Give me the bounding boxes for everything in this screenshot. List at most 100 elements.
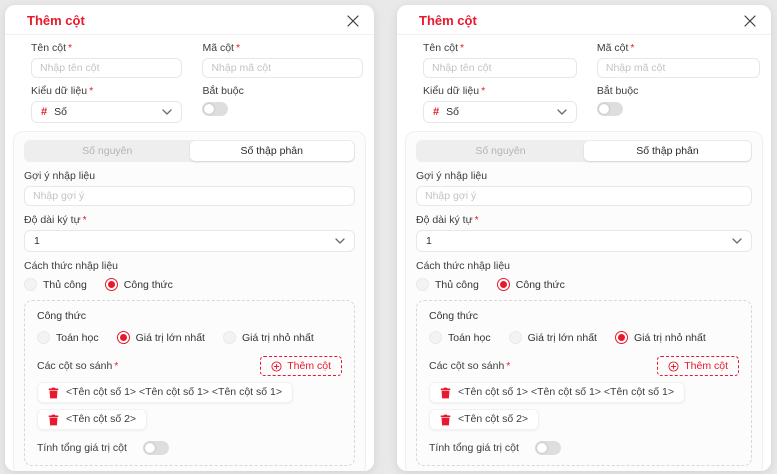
- radio-label: Giá trị lớn nhất: [136, 332, 205, 344]
- plus-circle-icon: [271, 361, 282, 372]
- sum-toggle-row: Tính tổng giá trị cột: [429, 441, 739, 455]
- chevron-down-icon: [732, 238, 742, 244]
- data-type-label: Kiểu dữ liệu: [31, 85, 87, 97]
- radio-icon: [429, 331, 442, 344]
- close-icon[interactable]: [347, 15, 359, 27]
- radio-math[interactable]: Toán học: [37, 331, 99, 344]
- radio-label: Giá trị lớn nhất: [528, 332, 597, 344]
- radio-min-value[interactable]: Giá trị nhỏ nhất: [223, 331, 314, 344]
- column-code-input[interactable]: [202, 58, 363, 78]
- input-method-label: Cách thức nhập liệu: [24, 260, 118, 272]
- column-code-input[interactable]: [597, 58, 760, 78]
- trash-icon[interactable]: [440, 414, 451, 426]
- radio-max-value[interactable]: Giá trị lớn nhất: [117, 331, 205, 344]
- length-label: Độ dài ký tự: [416, 214, 473, 226]
- radio-icon: [223, 331, 236, 344]
- hash-icon: #: [433, 107, 439, 118]
- radio-label: Toán học: [56, 332, 99, 344]
- radio-label: Giá trị nhỏ nhất: [634, 332, 706, 344]
- add-column-button-label: Thêm cột: [684, 360, 728, 372]
- sum-toggle[interactable]: [143, 441, 169, 455]
- data-type-field: Kiểu dữ liệu * # Số: [423, 85, 577, 123]
- radio-math[interactable]: Toán học: [429, 331, 491, 344]
- compare-columns-row: Các cột so sánh * Thêm cột: [37, 356, 342, 376]
- data-type-value: Số: [446, 106, 459, 118]
- data-type-select[interactable]: # Số: [423, 101, 577, 123]
- radio-icon: [37, 331, 50, 344]
- compare-columns-row: Các cột so sánh * Thêm cột: [429, 356, 739, 376]
- dialog-header: Thêm cột: [5, 5, 374, 35]
- radio-icon: [105, 278, 118, 291]
- data-type-select[interactable]: # Số: [31, 101, 182, 123]
- chip-label: <Tên cột số 2>: [458, 413, 528, 426]
- radio-manual[interactable]: Thủ công: [24, 278, 87, 291]
- compare-column-chip: <Tên cột số 1> <Tên cột số 1> <Tên cột s…: [429, 382, 685, 403]
- length-select[interactable]: 1: [24, 230, 355, 252]
- trash-icon[interactable]: [48, 414, 59, 426]
- column-name-input[interactable]: [31, 58, 182, 78]
- column-name-label: Tên cột: [423, 42, 458, 54]
- radio-label: Thủ công: [43, 279, 87, 291]
- number-type-tabs: Số nguyên Số thập phân: [24, 140, 355, 162]
- input-method-options: Thủ công Công thức: [416, 278, 752, 291]
- sum-toggle-row: Tính tổng giá trị cột: [37, 441, 342, 455]
- compare-columns-label: Các cột so sánh: [429, 360, 504, 372]
- dialog-title: Thêm cột: [419, 13, 477, 28]
- formula-options: Toán học Giá trị lớn nhất Giá trị nhỏ nh…: [37, 331, 342, 344]
- tab-decimal[interactable]: Số thập phân: [190, 141, 355, 161]
- chevron-down-icon: [335, 238, 345, 244]
- tab-decimal[interactable]: Số thập phân: [584, 141, 751, 161]
- length-field: Độ dài ký tự * 1: [416, 214, 752, 252]
- radio-label: Công thức: [516, 279, 565, 291]
- sum-toggle-label: Tính tổng giá trị cột: [429, 442, 519, 454]
- radio-icon: [615, 331, 628, 344]
- column-name-label: Tên cột: [31, 42, 66, 54]
- required-asterisk: *: [68, 42, 72, 54]
- close-icon[interactable]: [744, 15, 756, 27]
- radio-label: Công thức: [124, 279, 173, 291]
- required-asterisk: *: [83, 214, 87, 226]
- length-value: 1: [426, 235, 432, 247]
- column-name-input[interactable]: [423, 58, 577, 78]
- column-code-field: Mã cột *: [202, 42, 363, 78]
- required-asterisk: *: [114, 360, 118, 372]
- compare-column-chip: <Tên cột số 2>: [37, 409, 147, 430]
- hint-input[interactable]: [416, 186, 752, 206]
- hash-icon: #: [41, 107, 47, 118]
- add-column-button[interactable]: Thêm cột: [260, 356, 342, 376]
- formula-options: Toán học Giá trị lớn nhất Giá trị nhỏ nh…: [429, 331, 739, 344]
- dialog-header: Thêm cột: [397, 5, 771, 35]
- radio-formula[interactable]: Công thức: [497, 278, 565, 291]
- add-column-button[interactable]: Thêm cột: [657, 356, 739, 376]
- radio-label: Giá trị nhỏ nhất: [242, 332, 314, 344]
- length-select[interactable]: 1: [416, 230, 752, 252]
- trash-icon[interactable]: [440, 387, 451, 399]
- input-method-options: Thủ công Công thức: [24, 278, 355, 291]
- hint-input[interactable]: [24, 186, 355, 206]
- radio-manual[interactable]: Thủ công: [416, 278, 479, 291]
- trash-icon[interactable]: [48, 387, 59, 399]
- number-settings-panel: Số nguyên Số thập phân Gợi ý nhập liệu Đ…: [405, 131, 763, 471]
- data-type-field: Kiểu dữ liệu * # Số: [31, 85, 182, 123]
- required-toggle[interactable]: [597, 102, 623, 116]
- formula-box: Công thức Toán học Giá trị lớn nhất Giá …: [416, 300, 752, 466]
- required-toggle-label: Bắt buộc: [597, 85, 638, 97]
- radio-formula[interactable]: Công thức: [105, 278, 173, 291]
- input-method-field: Cách thức nhập liệu Thủ công Công thức: [416, 260, 752, 291]
- required-toggle[interactable]: [202, 102, 228, 116]
- required-asterisk: *: [460, 42, 464, 54]
- radio-label: Thủ công: [435, 279, 479, 291]
- radio-min-value[interactable]: Giá trị nhỏ nhất: [615, 331, 706, 344]
- plus-circle-icon: [668, 361, 679, 372]
- tab-integer[interactable]: Số nguyên: [25, 141, 190, 161]
- tab-integer[interactable]: Số nguyên: [417, 141, 584, 161]
- sum-toggle[interactable]: [535, 441, 561, 455]
- required-toggle-field: Bắt buộc: [597, 85, 760, 123]
- required-toggle-label: Bắt buộc: [202, 85, 243, 97]
- data-type-value: Số: [54, 106, 67, 118]
- hint-label: Gợi ý nhập liệu: [416, 170, 487, 182]
- formula-box: Công thức Toán học Giá trị lớn nhất Giá …: [24, 300, 355, 466]
- radio-max-value[interactable]: Giá trị lớn nhất: [509, 331, 597, 344]
- required-asterisk: *: [630, 42, 634, 54]
- radio-icon: [416, 278, 429, 291]
